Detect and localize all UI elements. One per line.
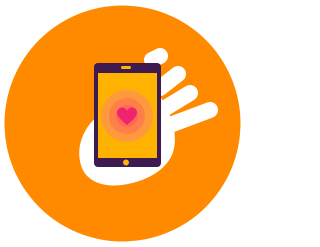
phone-speaker — [121, 66, 131, 69]
hand-holding-phone-heart-icon — [0, 0, 245, 247]
finger-1 — [144, 48, 168, 68]
illustration — [4, 5, 241, 242]
phone-icon — [94, 63, 161, 167]
finger-2 — [152, 66, 186, 96]
phone-home-button — [123, 159, 129, 166]
